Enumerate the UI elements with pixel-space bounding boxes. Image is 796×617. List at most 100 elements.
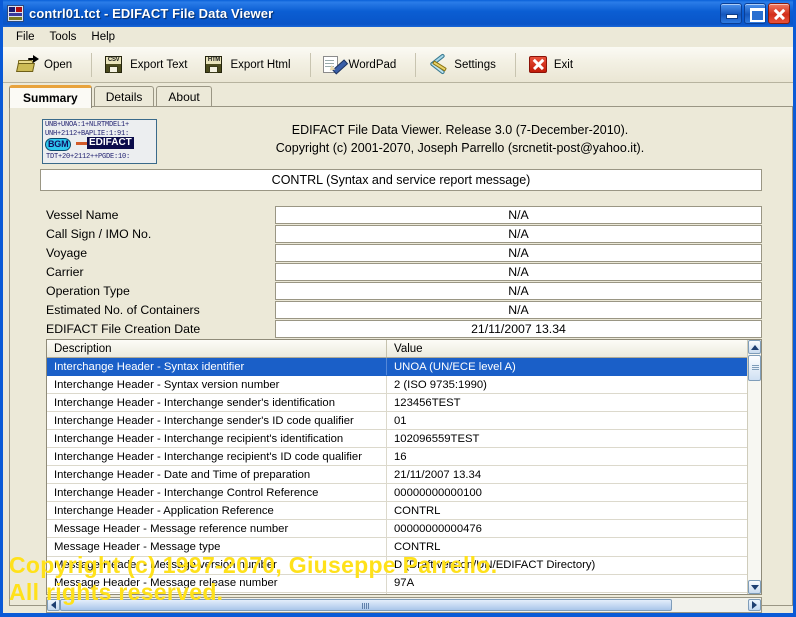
tab-summary[interactable]: Summary <box>9 85 92 108</box>
menu-label-help: Help <box>91 31 116 43</box>
table-row[interactable]: Message Header - Message reference numbe… <box>47 520 747 539</box>
cell-description: Interchange Header - Syntax identifier <box>47 358 387 376</box>
chevron-left-icon <box>51 601 56 609</box>
header-line-copyright: Copyright (c) 2001-2070, Joseph Parrello… <box>275 141 645 155</box>
table-row[interactable]: Interchange Header - Interchange recipie… <box>47 430 747 449</box>
cell-description: Interchange Header - Date and Time of pr… <box>47 466 387 484</box>
chevron-up-icon <box>750 344 759 350</box>
app-header-text: EDIFACT File Data Viewer. Release 3.0 (7… <box>160 121 760 157</box>
header-line-release: EDIFACT File Data Viewer. Release 3.0 (7… <box>291 123 629 137</box>
cell-value: UN (UN/CEFACT) <box>387 593 747 594</box>
cell-value: 102096559TEST <box>394 432 480 445</box>
menu-item-tools[interactable]: Tools <box>43 29 85 45</box>
toolbar-separator <box>514 52 516 77</box>
field-row: EDIFACT File Creation Date 21/11/2007 13… <box>40 320 762 339</box>
exit-icon <box>527 54 549 75</box>
field-value-vessel-name: N/A <box>275 205 762 224</box>
cell-value: 2 (ISO 9735:1990) <box>394 378 487 391</box>
folder-open-icon <box>16 54 39 75</box>
table-row[interactable]: Interchange Header - Interchange recipie… <box>47 448 747 467</box>
scroll-up-button[interactable] <box>748 340 761 354</box>
data-grid: Description Value Interchange Header - S… <box>46 339 762 595</box>
cell-description: Message Header - Controlling agency <box>47 592 387 594</box>
field-row: Operation Type N/A <box>40 281 762 300</box>
maximize-button[interactable] <box>744 3 766 24</box>
window-title: contrl01.tct - EDIFACT File Data Viewer <box>29 6 274 21</box>
field-row: Call Sign / IMO No. N/A <box>40 224 762 243</box>
scroll-right-button[interactable] <box>748 599 761 611</box>
exit-button[interactable]: Exit <box>523 50 585 80</box>
field-value-est-containers: N/A <box>275 301 762 320</box>
column-header-description[interactable]: Description <box>47 340 387 357</box>
table-row[interactable]: Interchange Header - Syntax identifier U… <box>47 358 747 377</box>
tab-about[interactable]: About <box>156 86 212 107</box>
field-label-carrier: Carrier <box>46 264 84 279</box>
export-html-button[interactable]: HTM Export Html <box>199 50 302 80</box>
open-button-label: Open <box>44 58 73 71</box>
toolbar: Open CSV Export Text HTM Export Html Wor… <box>3 47 793 83</box>
settings-button[interactable]: Settings <box>423 50 508 80</box>
menu-item-help[interactable]: Help <box>84 29 123 45</box>
cell-description: Interchange Header - Interchange sender'… <box>47 394 387 412</box>
cell-description: Message Header - Message release number <box>47 574 387 592</box>
table-row[interactable]: Interchange Header - Syntax version numb… <box>47 376 747 395</box>
wordpad-button[interactable]: WordPad <box>318 50 409 80</box>
minimize-button[interactable] <box>720 3 742 24</box>
cell-description: Message Header - Message reference numbe… <box>47 520 387 538</box>
message-type-banner-label: CONTRL (Syntax and service report messag… <box>271 173 531 187</box>
logo-bgm-badge: BGM <box>45 138 72 151</box>
cell-description: Message Header - Message type <box>47 538 387 556</box>
table-row[interactable]: Interchange Header - Application Referen… <box>47 502 747 521</box>
menu-item-file[interactable]: File <box>9 29 43 45</box>
tools-icon <box>427 53 449 75</box>
export-text-button[interactable]: CSV Export Text <box>99 50 199 80</box>
table-row[interactable]: Interchange Header - Interchange sender'… <box>47 394 747 413</box>
cell-value: CONTRL <box>394 540 441 553</box>
wordpad-icon <box>322 54 344 75</box>
field-label-call-sign: Call Sign / IMO No. <box>46 226 152 241</box>
tab-details[interactable]: Details <box>93 86 155 107</box>
open-button[interactable]: Open <box>13 50 84 80</box>
field-value-operation-type: N/A <box>275 281 762 300</box>
logo-line-1: UNB+UNOA:1+NLRTMDEL1+ <box>45 121 130 129</box>
cell-description: Interchange Header - Interchange sender'… <box>47 412 387 430</box>
cell-description: Interchange Header - Syntax version numb… <box>47 376 387 394</box>
field-value-carrier: N/A <box>275 262 762 281</box>
field-row: Voyage N/A <box>40 243 762 262</box>
field-label-voyage: Voyage <box>46 245 88 260</box>
field-row: Vessel Name N/A <box>40 205 762 224</box>
column-header-value[interactable]: Value <box>387 340 761 357</box>
cell-value: UNOA (UN/ECE level A) <box>394 360 516 373</box>
settings-button-label: Settings <box>454 58 496 71</box>
chevron-down-icon <box>750 584 759 590</box>
application-window: contrl01.tct - EDIFACT File Data Viewer … <box>0 0 796 617</box>
logo-line-3: TDT+20+2112++PGDE:10: <box>46 153 131 161</box>
field-label-file-creation-date: EDIFACT File Creation Date <box>46 322 201 337</box>
menu-bar: File Tools Help <box>3 27 793 47</box>
horizontal-scrollbar[interactable] <box>46 597 762 613</box>
horizontal-scroll-thumb[interactable] <box>60 599 672 611</box>
wordpad-button-label: WordPad <box>348 58 397 71</box>
table-row[interactable]: Message Header - Message release number … <box>47 574 747 593</box>
cell-description: Interchange Header - Interchange recipie… <box>47 448 387 466</box>
edifact-logo: UNB+UNOA:1+NLRTMDEL1+ UNH+2112+BAPLIE:1:… <box>42 119 157 164</box>
table-row[interactable]: Message Header - Controlling agency UN (… <box>47 592 747 594</box>
table-row[interactable]: Interchange Header - Interchange Control… <box>47 484 747 503</box>
scroll-left-button[interactable] <box>47 599 60 611</box>
field-label-est-containers: Estimated No. of Containers <box>46 303 200 318</box>
table-row[interactable]: Message Header - Message type CONTRL <box>47 538 747 557</box>
vertical-scrollbar[interactable] <box>747 340 761 594</box>
window-controls <box>720 3 790 24</box>
close-button[interactable] <box>768 3 790 24</box>
field-row: Estimated No. of Containers N/A <box>40 300 762 320</box>
summary-panel: UNB+UNOA:1+NLRTMDEL1+ UNH+2112+BAPLIE:1:… <box>9 106 793 613</box>
vertical-scroll-thumb[interactable] <box>748 355 761 381</box>
table-row[interactable]: Message Header - Message version number … <box>47 556 747 575</box>
table-row[interactable]: Interchange Header - Date and Time of pr… <box>47 466 747 485</box>
cell-value: 00000000000476 <box>394 522 482 535</box>
scroll-down-button[interactable] <box>748 580 761 594</box>
tab-summary-label: Summary <box>23 91 78 105</box>
htm-disk-icon: HTM <box>203 54 225 75</box>
table-row[interactable]: Interchange Header - Interchange sender'… <box>47 412 747 431</box>
cell-value: 01 <box>394 414 407 427</box>
